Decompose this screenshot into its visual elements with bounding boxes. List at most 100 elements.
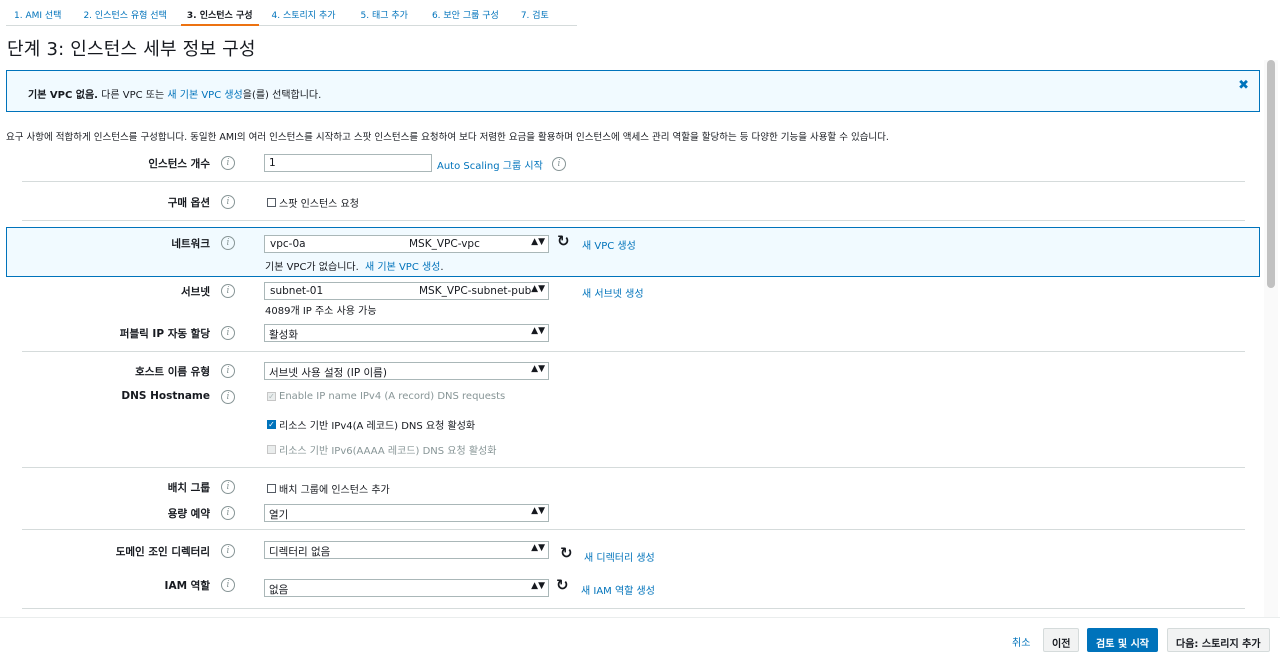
create-iam-role-link[interactable]: 새 IAM 역할 생성 (581, 582, 655, 597)
instance-count-label: 인스턴스 개수 (148, 158, 210, 170)
dns-option-label: 리소스 기반 IPv4(A 레코드) DNS 요청 활성화 (279, 421, 476, 432)
vpc-id: vpc-0a (270, 238, 306, 250)
create-subnet-link[interactable]: 새 서브넷 생성 (582, 285, 644, 300)
info-icon[interactable]: i (221, 390, 235, 404)
step-ami[interactable]: 1. AMI 선택 (6, 0, 70, 26)
public-ip-select[interactable]: 활성화 ▲▼ (264, 324, 549, 342)
spot-instance-label: 스팟 인스턴스 요청 (279, 199, 359, 210)
domain-join-select[interactable]: 디렉터리 없음 ▲▼ (264, 541, 549, 559)
dns-ipv4-ip-name-checkbox: ✓ Enable IP name IPv4 (A record) DNS req… (267, 391, 505, 402)
auto-scaling-link[interactable]: Auto Scaling 그룹 시작 (437, 157, 543, 172)
refresh-icon[interactable]: ↻ (560, 544, 573, 562)
select-arrow-icon: ▲▼ (531, 581, 545, 591)
step-add-tags[interactable]: 5. 태그 추가 (348, 0, 420, 26)
iam-role-select[interactable]: 없음 ▲▼ (264, 579, 549, 597)
scrollbar-thumb[interactable] (1267, 60, 1275, 288)
page-description: 요구 사항에 적합하게 인스턴스를 구성합니다. 동일한 AMI의 여러 인스턴… (6, 132, 889, 143)
close-icon[interactable]: ✖ (1238, 78, 1249, 93)
create-default-vpc-link[interactable]: 새 기본 VPC 생성 (167, 90, 242, 101)
spot-instance-checkbox[interactable]: 스팟 인스턴스 요청 (267, 195, 359, 210)
select-arrow-icon: ▲▼ (531, 364, 545, 374)
dns-option-label: Enable IP name IPv4 (A record) DNS reque… (279, 391, 506, 402)
network-label: 네트워크 (171, 238, 210, 250)
public-ip-label: 퍼블릭 IP 자동 할당 (119, 328, 210, 340)
hostname-type-value: 서브넷 사용 설정 (IP 이름) (269, 367, 387, 379)
info-icon[interactable]: i (221, 326, 235, 340)
divider (22, 467, 1245, 468)
select-arrow-icon: ▲▼ (531, 284, 545, 294)
wizard-footer: 취소 이전 검토 및 시작 다음: 스토리지 추가 (0, 617, 1280, 659)
divider (22, 351, 1245, 352)
info-icon[interactable]: i (221, 284, 235, 298)
network-highlight-box (6, 227, 1260, 277)
hostname-type-label: 호스트 이름 유형 (135, 366, 210, 378)
info-icon[interactable]: i (221, 578, 235, 592)
refresh-icon[interactable]: ↻ (557, 232, 570, 250)
info-icon[interactable]: i (221, 236, 235, 250)
info-icon[interactable]: i (221, 506, 235, 520)
step-add-storage[interactable]: 4. 스토리지 추가 (258, 0, 349, 26)
alert-message: 기본 VPC 없음. 다른 VPC 또는 새 기본 VPC 생성을(를) 선택합… (28, 86, 321, 101)
select-arrow-icon: ▲▼ (531, 506, 545, 516)
select-arrow-icon: ▲▼ (531, 326, 545, 336)
network-select[interactable]: vpc-0a MSK_VPC-vpc ▲▼ (264, 235, 549, 253)
dns-hostname-label: DNS Hostname (121, 390, 210, 402)
select-arrow-icon: ▲▼ (531, 237, 545, 247)
select-arrow-icon: ▲▼ (531, 543, 545, 553)
page-title: 단계 3: 인스턴스 세부 정보 구성 (7, 39, 256, 60)
placement-group-checkbox[interactable]: 배치 그룹에 인스턴스 추가 (267, 481, 390, 496)
checkbox-box[interactable] (267, 484, 276, 493)
checkbox-box[interactable] (267, 198, 276, 207)
checkbox-box: ✓ (267, 392, 276, 401)
dns-ipv6-resource-checkbox: 리소스 기반 IPv6(AAAA 레코드) DNS 요청 활성화 (267, 442, 496, 457)
capacity-reservation-label: 용량 예약 (167, 508, 210, 520)
divider (22, 181, 1245, 182)
divider (22, 608, 1245, 609)
review-and-launch-button[interactable]: 검토 및 시작 (1087, 628, 1158, 652)
public-ip-value: 활성화 (269, 329, 298, 341)
alert-title: 기본 VPC 없음. (28, 90, 98, 101)
capacity-reservation-value: 열기 (269, 509, 289, 521)
previous-button[interactable]: 이전 (1043, 628, 1080, 652)
placement-group-checkbox-label: 배치 그룹에 인스턴스 추가 (279, 485, 390, 496)
info-icon[interactable]: i (221, 195, 235, 209)
no-default-vpc-note: 기본 VPC가 없습니다. 새 기본 VPC 생성. (265, 258, 444, 273)
create-directory-link[interactable]: 새 디렉터리 생성 (584, 549, 655, 564)
step-instance-type[interactable]: 2. 인스턴스 유형 선택 (69, 0, 181, 26)
checkbox-box[interactable]: ✓ (267, 420, 276, 429)
iam-role-label: IAM 역할 (164, 580, 210, 592)
vertical-scrollbar[interactable] (1264, 60, 1278, 617)
refresh-icon[interactable]: ↻ (556, 576, 569, 594)
checkbox-box (267, 445, 276, 454)
iam-role-value: 없음 (269, 584, 289, 596)
instance-count-input[interactable]: 1 (264, 154, 432, 172)
subnet-name: MSK_VPC-subnet-pub (419, 285, 532, 297)
divider (22, 220, 1245, 221)
info-icon[interactable]: i (221, 544, 235, 558)
alert-text-after: 을(를) 선택합니다. (242, 90, 322, 101)
info-icon[interactable]: i (221, 364, 235, 378)
step-security-group[interactable]: 6. 보안 그룹 구성 (419, 0, 511, 26)
info-icon[interactable]: i (221, 480, 235, 494)
capacity-reservation-select[interactable]: 열기 ▲▼ (264, 504, 549, 522)
hostname-type-select[interactable]: 서브넷 사용 설정 (IP 이름) ▲▼ (264, 362, 549, 380)
alert-text-before: 다른 VPC 또는 (97, 90, 168, 101)
create-vpc-link[interactable]: 새 VPC 생성 (582, 237, 636, 252)
step-configure-instance[interactable]: 3. 인스턴스 구성 (180, 0, 259, 26)
subnet-select[interactable]: subnet-01 MSK_VPC-subnet-pub ▲▼ (264, 282, 549, 300)
dns-ipv4-resource-checkbox[interactable]: ✓ 리소스 기반 IPv4(A 레코드) DNS 요청 활성화 (267, 417, 475, 432)
create-default-vpc-link[interactable]: 새 기본 VPC 생성 (365, 262, 440, 273)
form-scroll-region: 기본 VPC 없음. 다른 VPC 또는 새 기본 VPC 생성을(를) 선택합… (0, 60, 1264, 617)
info-icon[interactable]: i (221, 156, 235, 170)
cancel-button[interactable]: 취소 (1012, 634, 1030, 649)
purchase-option-label: 구매 옵션 (167, 197, 210, 209)
next-add-storage-button[interactable]: 다음: 스토리지 추가 (1167, 628, 1270, 652)
no-default-vpc-text: 기본 VPC가 없습니다. (265, 262, 359, 273)
no-default-vpc-alert: 기본 VPC 없음. 다른 VPC 또는 새 기본 VPC 생성을(를) 선택합… (6, 70, 1260, 112)
vpc-name: MSK_VPC-vpc (409, 238, 480, 250)
info-icon[interactable]: i (552, 157, 566, 171)
domain-join-value: 디렉터리 없음 (269, 546, 331, 558)
note-period: . (440, 262, 444, 273)
step-review[interactable]: 7. 검토 (510, 0, 577, 26)
domain-join-label: 도메인 조인 디렉터리 (115, 546, 210, 558)
